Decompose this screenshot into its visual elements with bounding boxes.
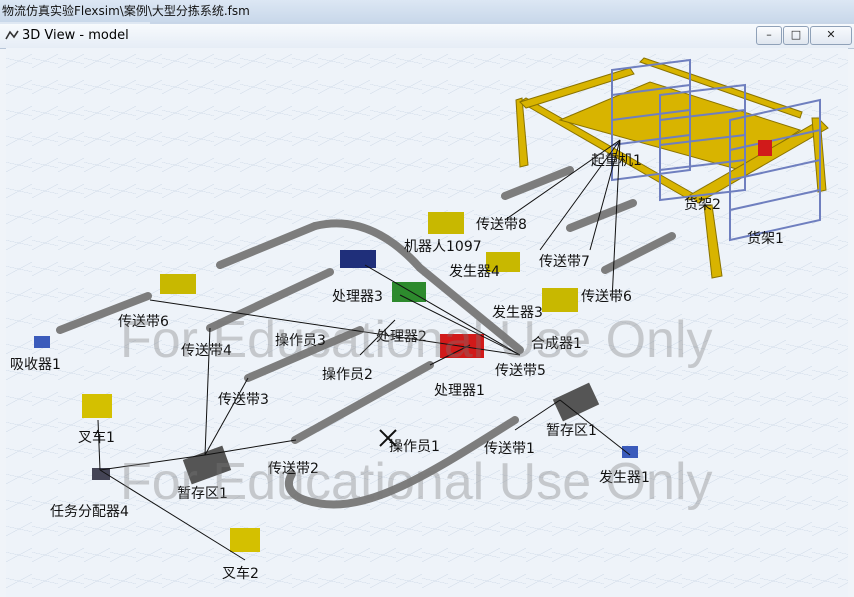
label-forklift2: 叉车2: [222, 566, 259, 582]
rack-red-item: [758, 140, 772, 156]
minimize-button[interactable]: –: [756, 26, 782, 45]
app-title: 物流仿真实验Flexsim\案例\大型分拣系统.fsm: [2, 4, 250, 18]
forklift2-shape: [230, 528, 260, 552]
sink-shape: [34, 336, 50, 348]
forklift1-shape: [82, 394, 112, 418]
label-conveyor8: 传送带8: [476, 217, 527, 233]
view-window-titlebar[interactable]: 3D View - model – □ ✕: [0, 24, 854, 49]
label-conveyor3: 传送带3: [218, 392, 269, 408]
maximize-button[interactable]: □: [783, 26, 809, 45]
unit-shape: [160, 274, 196, 294]
processor3-shape: [340, 250, 376, 268]
queue1-right-shape: [552, 382, 600, 422]
flexsim-view-icon: [5, 30, 19, 40]
label-source4: 发生器4: [449, 264, 500, 280]
label-conveyor7: 传送带7: [539, 254, 590, 270]
close-button[interactable]: ✕: [810, 26, 852, 45]
3d-view-canvas[interactable]: 起重机1 货架2 货架1 传送带8 机器人1097 传送带7 发生器4 传送带6…: [6, 48, 848, 597]
label-forklift1: 叉车1: [78, 430, 115, 446]
label-crane: 起重机1: [591, 153, 642, 169]
label-queue1-right: 暂存区1: [546, 423, 597, 439]
robot-base-shape: [428, 212, 464, 234]
watermark-lower: For Educational Use Only: [120, 453, 713, 511]
label-rack2: 货架2: [684, 197, 721, 213]
label-rack1: 货架1: [747, 231, 784, 247]
label-dispatcher: 任务分配器4: [50, 504, 129, 520]
watermark-upper: For Educational Use Only: [120, 311, 713, 369]
label-processor3: 处理器3: [332, 289, 383, 305]
combiner-shape: [542, 288, 578, 312]
label-robot: 机器人1097: [404, 239, 482, 255]
app-title-bar: 物流仿真实验Flexsim\案例\大型分拣系统.fsm: [0, 0, 854, 22]
label-processor1: 处理器1: [434, 383, 485, 399]
view-window-title: 3D View - model: [22, 28, 129, 43]
label-sink: 吸收器1: [10, 357, 61, 373]
label-conveyor6-right: 传送带6: [581, 289, 632, 305]
